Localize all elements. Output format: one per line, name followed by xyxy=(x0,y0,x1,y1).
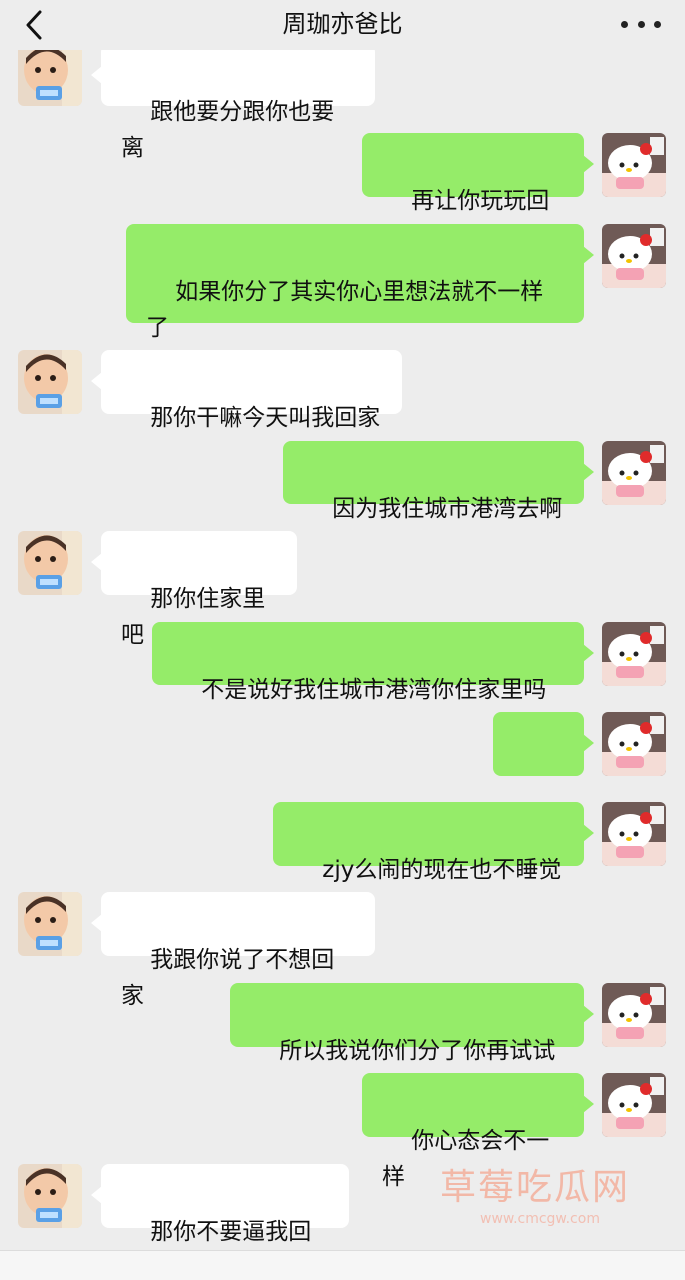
chat-screen: 周珈亦爸比 跟他要分跟你也要离 再让你玩玩回家 xyxy=(0,0,685,1280)
my-avatar[interactable] xyxy=(602,622,666,686)
my-avatar[interactable] xyxy=(602,224,666,288)
my-avatar[interactable] xyxy=(602,1073,666,1137)
message-bubble-outgoing: 所以我说你们分了你再试试 xyxy=(230,983,594,1064)
watermark-url: www.cmcgw.com xyxy=(480,1211,600,1227)
message-bubble-outgoing: 因为我住城市港湾去啊 xyxy=(283,441,594,522)
my-avatar[interactable] xyxy=(602,802,666,866)
my-avatar[interactable] xyxy=(602,712,666,776)
contact-avatar[interactable] xyxy=(18,42,82,106)
contact-avatar[interactable] xyxy=(18,350,82,414)
contact-avatar[interactable] xyxy=(18,1164,82,1228)
my-avatar[interactable] xyxy=(602,441,666,505)
message-bubble-incoming: 那你住家里吧 xyxy=(91,531,297,648)
input-toolbar xyxy=(0,1250,685,1280)
watermark-logo: 草莓吃瓜网 xyxy=(440,1167,631,1208)
message-bubble-incoming: 跟他要分跟你也要离 xyxy=(91,44,375,161)
message-bubble-outgoing: 为啥 xyxy=(493,712,594,829)
chat-title: 周珈亦爸比 xyxy=(282,10,403,38)
contact-avatar[interactable] xyxy=(18,531,82,595)
message-bubble-outgoing: 你心态会不一样 xyxy=(362,1073,594,1190)
message-bubble-incoming: 那你不要逼我回家 xyxy=(91,1164,349,1280)
my-avatar[interactable] xyxy=(602,983,666,1047)
message-bubble-incoming: 我跟你说了不想回家 xyxy=(91,892,375,1009)
message-bubble-outgoing: zjy么闹的现在也不睡觉 xyxy=(273,802,594,883)
message-bubble-incoming: 那你干嘛今天叫我回家 xyxy=(91,350,402,431)
message-bubble-outgoing: 再让你玩玩回家 xyxy=(362,133,594,250)
more-horizontal-icon[interactable] xyxy=(621,12,661,36)
my-avatar[interactable] xyxy=(602,133,666,197)
contact-avatar[interactable] xyxy=(18,892,82,956)
message-bubble-outgoing: 如果你分了其实你心里想法就不一样了 xyxy=(126,224,594,341)
top-navigation-bar: 周珈亦爸比 xyxy=(0,0,685,50)
message-bubble-outgoing: 不是说好我住城市港湾你住家里吗 xyxy=(152,622,594,703)
